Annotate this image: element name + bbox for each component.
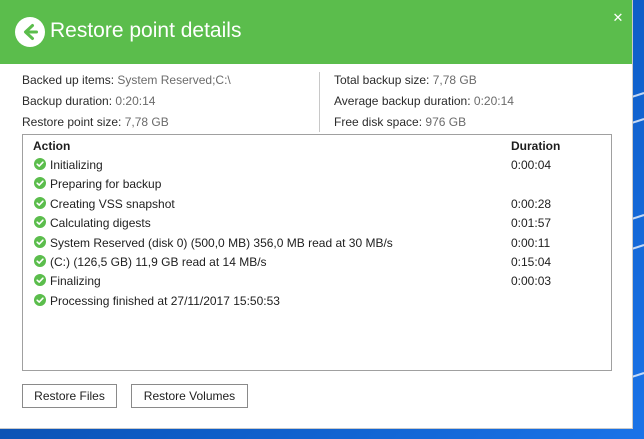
log-row-action: System Reserved (disk 0) (500,0 MB) 356,… (50, 235, 393, 250)
info-label: Restore point size: (22, 115, 122, 129)
log-header: Action Duration (23, 137, 611, 155)
info-value: 976 GB (425, 115, 467, 129)
info-label: Average backup duration: (334, 94, 471, 108)
check-circle-icon (34, 255, 46, 267)
log-row-action: Finalizing (50, 274, 101, 289)
check-circle-icon (34, 196, 46, 209)
log-row-action: Processing finished at 27/11/2017 15:50:… (50, 293, 280, 308)
log-row: Creating VSS snapshot 0:00:28 (23, 194, 611, 213)
page-title: Restore point details (50, 19, 242, 42)
info-value: 7,78 GB (124, 115, 169, 129)
restore-point-dialog: Restore point details ✕ Backed up items:… (0, 0, 632, 428)
check-circle-icon (34, 158, 46, 170)
log-row: Calculating digests 0:01:57 (23, 213, 611, 232)
info-value: 7,78 GB (432, 73, 477, 87)
info-value: 0:20:14 (473, 94, 514, 108)
info-left-column: Backed up items: System Reserved;C:\ Bac… (22, 70, 231, 133)
restore-files-button[interactable]: Restore Files (22, 384, 117, 408)
log-row-duration: 0:01:57 (511, 216, 552, 231)
info-row-restore-point-size: Restore point size: 7,78 GB (22, 112, 231, 133)
check-circle-icon (34, 293, 46, 306)
log-row-action: (C:) (126,5 GB) 11,9 GB read at 14 MB/s (50, 255, 267, 269)
log-row: System Reserved (disk 0) (500,0 MB) 356,… (23, 233, 611, 252)
info-value: 0:20:14 (115, 94, 156, 108)
info-row-free-disk-space: Free disk space: 976 GB (334, 112, 514, 133)
dialog-header: Restore point details ✕ (0, 0, 632, 64)
info-label: Total backup size: (334, 73, 430, 87)
log-row: (C:) (126,5 GB) 11,9 GB read at 14 MB/s 0… (23, 252, 611, 271)
back-button[interactable] (15, 17, 45, 47)
action-log-list[interactable]: Action Duration Initializing 0:00:04 Prepa… (22, 134, 612, 371)
log-row: Finalizing 0:00:03 (23, 271, 611, 290)
log-row-duration: 0:00:28 (511, 196, 552, 211)
info-row-backed-up-items: Backed up items: System Reserved;C:\ (22, 70, 231, 91)
info-value: System Reserved;C:\ (117, 73, 231, 87)
check-circle-icon (34, 274, 46, 287)
check-circle-icon (34, 235, 46, 248)
close-button[interactable]: ✕ (611, 12, 625, 26)
info-row-average-backup-duration: Average backup duration: 0:20:14 (334, 91, 514, 112)
column-header-action: Action (33, 139, 71, 153)
arrow-left-circle-icon (24, 24, 38, 40)
check-circle-icon (34, 216, 46, 229)
info-label: Backup duration: (22, 94, 113, 108)
info-right-column: Total backup size: 7,78 GB Average backu… (334, 70, 514, 133)
log-row-action: Calculating digests (50, 216, 151, 231)
info-row-backup-duration: Backup duration: 0:20:14 (22, 91, 231, 112)
log-row-action: Initializing (50, 158, 103, 172)
restore-volumes-button[interactable]: Restore Volumes (131, 384, 248, 408)
check-circle-icon (34, 177, 46, 190)
log-row-action: Creating VSS snapshot (50, 196, 175, 211)
info-label: Free disk space: (334, 115, 423, 129)
info-divider (319, 72, 320, 132)
log-row-duration: 0:00:03 (511, 274, 552, 289)
log-row: Processing finished at 27/11/2017 15:50:… (23, 291, 611, 310)
log-row-duration: 0:15:04 (511, 255, 552, 269)
log-row-duration: 0:00:11 (511, 235, 551, 250)
log-row-action: Preparing for backup (50, 177, 162, 192)
info-label: Backed up items: (22, 73, 115, 87)
log-row: Initializing 0:00:04 (23, 155, 611, 174)
info-row-total-backup-size: Total backup size: 7,78 GB (334, 70, 514, 91)
log-row: Preparing for backup (23, 174, 611, 193)
log-row-duration: 0:00:04 (511, 158, 552, 172)
column-header-duration: Duration (511, 139, 561, 153)
